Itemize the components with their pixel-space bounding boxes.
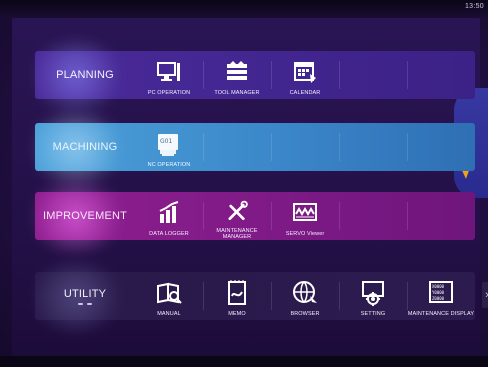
pc-monitor-icon [157,62,180,81]
tile-label: CALENDAR [289,90,321,96]
tile-memo[interactable]: MEMO [203,272,271,320]
wrench-screwdriver-icon [228,200,248,221]
row-label-improvement: IMPROVEMENT [42,210,128,222]
tile-label: MEMO [228,311,246,317]
row-label-utility: UTILITY [35,272,135,320]
tile-nc-operation[interactable]: G01 NC OPERATION [135,123,203,171]
browser-globe-icon [293,281,317,303]
tile-data-logger[interactable]: DATA LOGGER [135,192,203,240]
tile-empty [339,123,407,171]
page-dot [87,302,92,305]
improvement-tiles: DATA LOGGER MAINTENANCE MANAGER SERVO Vi… [135,192,475,240]
row-label-utility-text: UTILITY [63,287,107,300]
settings-gear-icon [362,281,384,306]
tile-label: PC OPERATION [147,90,191,96]
tile-label: MAINTENANCE DISPLAY [407,311,475,317]
tile-empty [339,51,407,99]
tile-maintenance-manager[interactable]: MAINTENANCE MANAGER [203,192,271,240]
nc-operation-icon: G01 [158,134,178,156]
row-machining: MACHINING G01 NC OPERATION [21,113,475,183]
tile-browser[interactable]: BROWSER [271,272,339,320]
tile-empty [203,123,271,171]
tile-empty [339,192,407,240]
tile-pc-operation[interactable]: PC OPERATION [135,51,203,99]
bottom-bar [0,356,488,367]
tool-manager-icon [227,61,247,80]
tile-label: MAINTENANCE MANAGER [216,228,258,240]
next-page-button[interactable]: › [482,282,488,308]
tile-label: SETTING [360,311,386,317]
display-digits-x: X0000 [432,284,445,289]
tile-tool-manager[interactable]: TOOL MANAGER [203,51,271,99]
utility-tiles: MANUAL MEMO BROWSER SETTING X0000 Y0000 … [135,272,475,320]
row-planning: PLANNING PC OPERATION TOOL MANAGER CALEN… [21,41,475,111]
row-utility: UTILITY MANUAL MEMO BROWSER SETTING X000… [21,262,475,332]
row-label-planning: PLANNING [56,69,114,81]
tile-label: MANUAL [157,311,181,317]
tile-label: NC OPERATION [147,162,191,168]
tile-empty [407,123,475,171]
tile-label: BROWSER [290,311,320,317]
data-logger-icon [159,201,179,223]
machining-tiles: G01 NC OPERATION [135,123,475,171]
display-digits-y: Y0000 [432,290,445,295]
tile-empty [407,192,475,240]
top-status-bar: 13:50 [0,0,488,18]
tile-setting[interactable]: SETTING [339,272,407,320]
planning-tiles: PC OPERATION TOOL MANAGER CALENDAR [135,51,475,99]
utility-page-dots [78,302,92,305]
tile-label: DATA LOGGER [149,231,189,237]
manual-book-icon [157,282,182,304]
tile-manual[interactable]: MANUAL [135,272,203,320]
page-dot [78,302,83,305]
tile-maintenance-display[interactable]: X0000 Y0000 Z0000 MAINTENANCE DISPLAY [407,272,475,320]
maintenance-display-icon: X0000 Y0000 Z0000 [429,281,453,303]
memo-icon [228,280,246,305]
display-digits-z: Z0000 [432,296,445,301]
tile-empty [271,123,339,171]
tile-label: SERVO Viewer [285,231,325,237]
nc-badge-text: G01 [160,138,172,145]
servo-viewer-icon [293,203,317,221]
tile-label: TOOL MANAGER [214,90,260,96]
clock-text: 13:50 [464,3,484,10]
tile-calendar[interactable]: CALENDAR [271,51,339,99]
row-label-machining: MACHINING [52,141,118,153]
tile-empty [407,51,475,99]
row-improvement: IMPROVEMENT DATA LOGGER MAINTENANCE MANA… [21,182,475,252]
tile-servo-viewer[interactable]: SERVO Viewer [271,192,339,240]
calendar-icon [294,62,316,83]
